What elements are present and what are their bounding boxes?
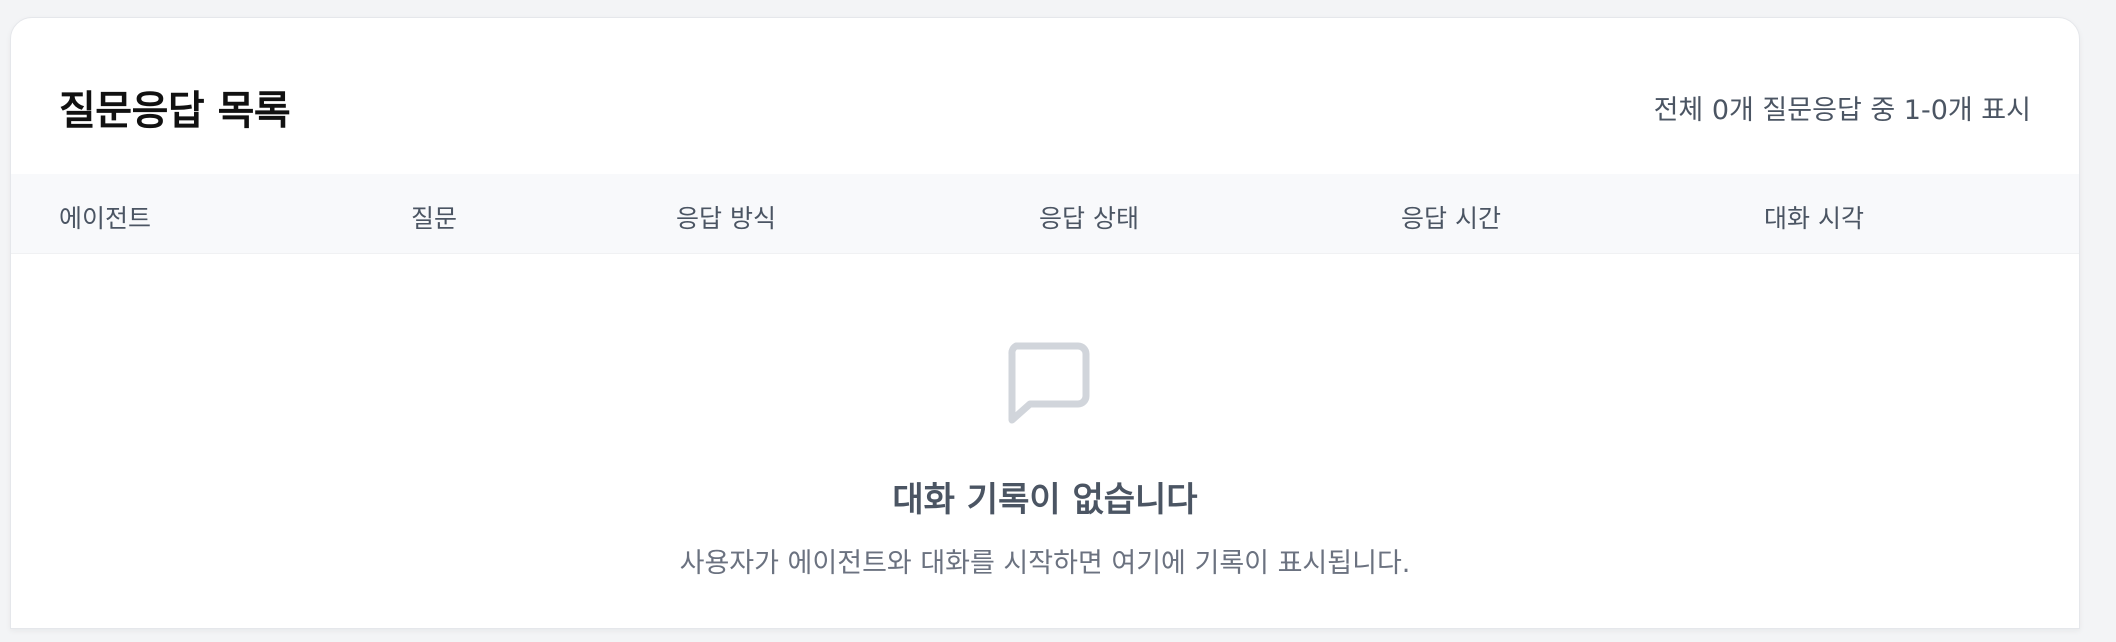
column-header-agent[interactable]: 에이전트 bbox=[59, 199, 151, 235]
empty-state: 대화 기록이 없습니다 사용자가 에이전트와 대화를 시작하면 여기에 기록이 … bbox=[11, 254, 2079, 628]
empty-state-description: 사용자가 에이전트와 대화를 시작하면 여기에 기록이 표시됩니다. bbox=[679, 548, 1411, 579]
card-header: 질문응답 목록 전체 0개 질문응답 중 1-0개 표시 bbox=[11, 18, 2079, 174]
column-header-response-status[interactable]: 응답 상태 bbox=[1039, 199, 1139, 235]
column-header-response-time[interactable]: 응답 시간 bbox=[1401, 199, 1501, 235]
column-header-response-method[interactable]: 응답 방식 bbox=[676, 199, 776, 235]
table-header: 에이전트 질문 응답 방식 응답 상태 응답 시간 대화 시각 bbox=[11, 174, 2079, 254]
chat-bubble-icon bbox=[1008, 342, 1090, 424]
column-header-conversation-time[interactable]: 대화 시각 bbox=[1764, 199, 1864, 235]
column-header-question[interactable]: 질문 bbox=[411, 199, 457, 235]
empty-state-title: 대화 기록이 없습니다 bbox=[892, 480, 1198, 520]
qa-list-card: 질문응답 목록 전체 0개 질문응답 중 1-0개 표시 에이전트 질문 응답 … bbox=[10, 17, 2080, 629]
result-count: 전체 0개 질문응답 중 1-0개 표시 bbox=[1653, 95, 2031, 126]
page-title: 질문응답 목록 bbox=[59, 88, 291, 134]
